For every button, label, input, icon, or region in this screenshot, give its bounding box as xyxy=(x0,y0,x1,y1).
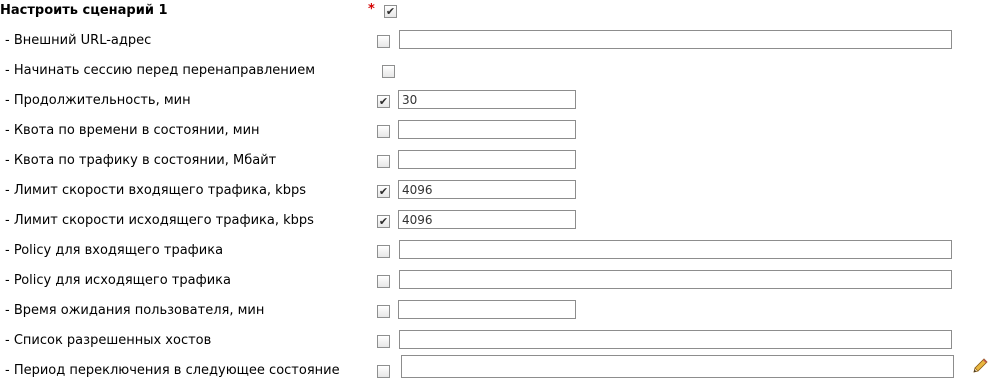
start-session-checkbox[interactable] xyxy=(382,65,395,78)
check-icon: ✔ xyxy=(378,185,389,198)
switch-period-label: - Период переключения в следующее состоя… xyxy=(5,363,340,378)
inbound-limit-checkbox[interactable]: ✔ xyxy=(377,185,390,198)
traffic-quota-label: - Квота по трафику в состоянии, Мбайт xyxy=(5,153,277,168)
traffic-quota-checkbox[interactable] xyxy=(377,155,390,168)
inbound-policy-field[interactable] xyxy=(399,240,952,259)
outbound-limit-label: - Лимит скорости исходящего трафика, kbp… xyxy=(5,213,314,228)
outbound-policy-field[interactable] xyxy=(399,270,952,289)
duration-checkbox[interactable]: ✔ xyxy=(377,95,390,108)
time-quota-field[interactable] xyxy=(398,120,576,139)
allowed-hosts-field[interactable] xyxy=(399,330,952,349)
outbound-limit-field[interactable] xyxy=(398,210,576,229)
allowed-hosts-checkbox[interactable] xyxy=(377,335,390,348)
user-wait-label: - Время ожидания пользователя, мин xyxy=(5,303,265,318)
start-session-label: - Начинать сессию перед перенаправлением xyxy=(5,63,316,78)
external-url-label: - Внешний URL-адрес xyxy=(5,33,152,48)
external-url-field[interactable] xyxy=(399,30,952,49)
time-quota-label: - Квота по времени в состоянии, мин xyxy=(5,123,260,138)
scenario-enable-checkbox[interactable]: ✔ xyxy=(384,5,397,18)
check-icon: ✔ xyxy=(378,215,389,228)
inbound-limit-field[interactable] xyxy=(398,180,576,199)
user-wait-field[interactable] xyxy=(398,300,576,319)
pencil-icon[interactable] xyxy=(971,357,989,375)
duration-label: - Продолжительность, мин xyxy=(5,93,191,108)
required-asterisk: * xyxy=(368,2,375,17)
inbound-policy-checkbox[interactable] xyxy=(377,245,390,258)
inbound-limit-label: - Лимит скорости входящего трафика, kbps xyxy=(5,183,306,198)
inbound-policy-label: - Policy для входящего трафика xyxy=(5,243,224,258)
user-wait-checkbox[interactable] xyxy=(377,305,390,318)
scenario-title: Настроить сценарий 1 xyxy=(0,3,168,18)
outbound-policy-checkbox[interactable] xyxy=(377,275,390,288)
check-icon: ✔ xyxy=(378,95,389,108)
duration-field[interactable] xyxy=(398,90,576,109)
external-url-checkbox[interactable] xyxy=(377,35,390,48)
outbound-limit-checkbox[interactable]: ✔ xyxy=(377,215,390,228)
traffic-quota-field[interactable] xyxy=(398,150,576,169)
outbound-policy-label: - Policy для исходящего трафика xyxy=(5,273,231,288)
allowed-hosts-label: - Список разрешенных хостов xyxy=(5,333,212,348)
time-quota-checkbox[interactable] xyxy=(377,125,390,138)
check-icon: ✔ xyxy=(385,5,396,18)
switch-period-field[interactable] xyxy=(401,355,954,378)
switch-period-checkbox[interactable] xyxy=(377,365,390,378)
